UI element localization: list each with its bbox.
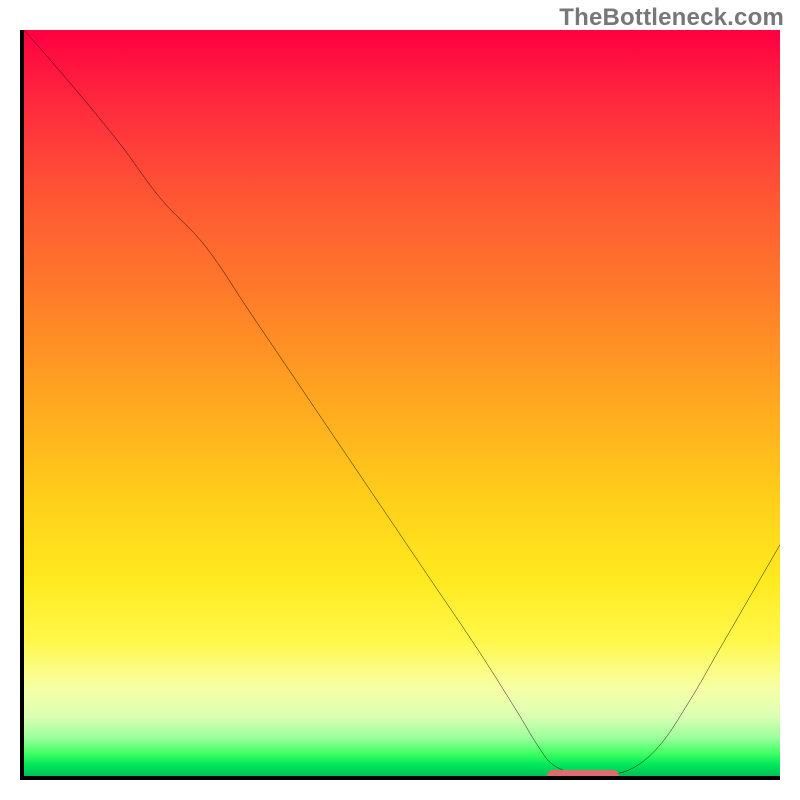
bottleneck-minimum-marker <box>548 770 620 780</box>
bottleneck-curve <box>24 30 780 776</box>
plot-area <box>20 30 780 780</box>
watermark-text: TheBottleneck.com <box>559 4 784 32</box>
chart-container: TheBottleneck.com <box>0 0 800 800</box>
